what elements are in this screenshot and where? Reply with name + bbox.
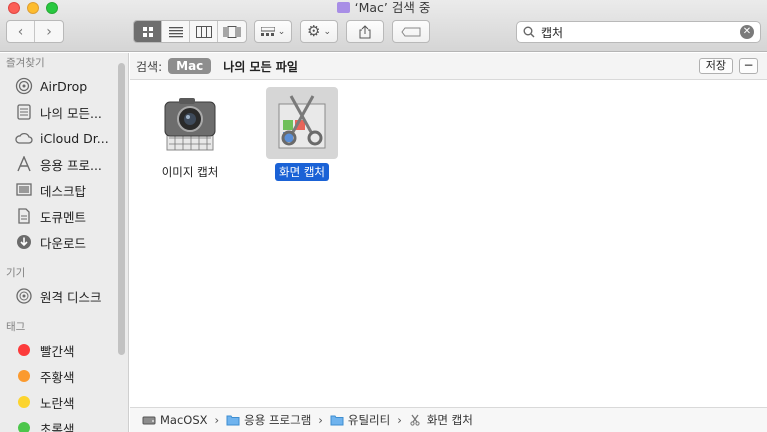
grid-icon: [142, 26, 153, 37]
path-item-screenshot[interactable]: 화면 캡처: [427, 412, 473, 428]
sidebar-item-label: 주황색: [40, 369, 75, 385]
chevron-right-icon: ›: [214, 413, 220, 427]
search-field[interactable]: 캡처 ✕: [516, 21, 761, 43]
column-view-button[interactable]: [190, 21, 218, 42]
sidebar-item-label: 노란색: [40, 395, 75, 411]
applications-icon: [14, 155, 34, 173]
red-tag-dot-icon: [18, 344, 30, 356]
group-by-button[interactable]: ⌄: [254, 20, 292, 43]
titlebar: ‘Mac’ 검색 중 ‹ › ⌄ ⚙ ⌄ 캡처 ✕: [0, 0, 767, 52]
airdrop-icon: [14, 77, 34, 95]
search-folder-icon: [336, 2, 350, 13]
file-name: 화면 캡처: [275, 163, 329, 181]
sidebar-item-label: 데스크탑: [40, 183, 87, 199]
search-scope-bar: 검색: Mac 나의 모든 파일 저장 −: [130, 53, 767, 80]
chevron-left-icon: ‹: [17, 23, 24, 40]
path-item-macosx[interactable]: MacOSX: [160, 413, 208, 427]
favorites-header: 즐겨찾기: [6, 57, 45, 69]
scope-all-files-button[interactable]: 나의 모든 파일: [223, 58, 298, 75]
cloud-icon: [14, 129, 34, 147]
download-icon: [14, 233, 34, 251]
back-button[interactable]: ‹: [7, 21, 35, 42]
disc-icon: [14, 287, 34, 305]
sidebar-scrollbar[interactable]: [118, 63, 125, 355]
tag-icon: [401, 27, 421, 36]
search-icon: [523, 26, 535, 38]
screenshot-icon: [409, 414, 423, 426]
remove-criteria-button[interactable]: −: [739, 58, 758, 74]
share-icon: [359, 24, 371, 38]
chevron-right-icon: ›: [397, 413, 402, 427]
devices-header: 기기: [6, 267, 26, 279]
dropdown-arrow-icon: ⌄: [323, 26, 331, 37]
sidebar-item-desktop[interactable]: 데스크탑: [0, 177, 128, 203]
gear-icon: ⚙: [307, 22, 321, 40]
sidebar-item-label: 빨간색: [40, 343, 75, 359]
image-capture-icon: [154, 87, 226, 159]
group-icon: [260, 26, 275, 36]
sidebar-item-tag-yellow[interactable]: 노란색: [0, 389, 128, 415]
sidebar-item-label: 도큐멘트: [40, 209, 87, 225]
cover-flow-button[interactable]: [218, 21, 246, 42]
tags-header: 태그: [6, 321, 26, 333]
path-bar: MacOSX › 응용 프로그램 › 유틸리티 › 화면 캡처: [130, 407, 767, 432]
folder-icon: [226, 414, 240, 426]
save-search-button[interactable]: 저장: [698, 58, 733, 74]
sidebar-item-tag-orange[interactable]: 주황색: [0, 363, 128, 389]
forward-button[interactable]: ›: [35, 21, 63, 42]
icon-view-button[interactable]: [134, 21, 162, 42]
sidebar-item-all-files[interactable]: 나의 모든...: [0, 99, 128, 125]
sidebar-item-tag-green[interactable]: 초록색: [0, 415, 128, 432]
sidebar-item-downloads[interactable]: 다운로드: [0, 229, 128, 255]
yellow-tag-dot-icon: [18, 396, 30, 408]
columns-icon: [195, 25, 212, 38]
clear-search-icon[interactable]: ✕: [740, 25, 754, 39]
sidebar-item-applications[interactable]: 응용 프로...: [0, 151, 128, 177]
share-button[interactable]: [346, 20, 384, 43]
chevron-right-icon: ›: [318, 413, 323, 427]
all-files-icon: [14, 103, 34, 121]
sidebar-item-label: AirDrop: [40, 78, 88, 94]
list-icon: [168, 26, 183, 37]
sidebar-item-label: 원격 디스크: [40, 289, 102, 305]
sidebar-item-label: 다운로드: [40, 235, 87, 251]
sidebar: 즐겨찾기 AirDrop 나의 모든... iCloud Dr... 응용 프로…: [0, 53, 129, 432]
window-title: ‘Mac’ 검색 중: [0, 0, 767, 16]
sidebar-item-airdrop[interactable]: AirDrop: [0, 73, 128, 99]
scope-label: 검색:: [136, 59, 163, 74]
document-icon: [14, 207, 34, 225]
dropdown-arrow-icon: ⌄: [277, 26, 286, 37]
hard-drive-icon: [142, 414, 156, 426]
orange-tag-dot-icon: [18, 370, 30, 382]
chevron-right-icon: ›: [46, 23, 52, 40]
tags-button[interactable]: [392, 20, 430, 43]
path-item-applications[interactable]: 응용 프로그램: [244, 412, 311, 428]
path-item-utilities[interactable]: 유틸리티: [348, 412, 390, 428]
sidebar-item-icloud-drive[interactable]: iCloud Dr...: [0, 125, 128, 151]
cover-flow-icon: [223, 25, 241, 38]
sidebar-item-remote-disc[interactable]: 원격 디스크: [0, 283, 128, 309]
search-results: 이미지 캡처 화면 캡처: [130, 81, 767, 407]
action-menu-button[interactable]: ⚙ ⌄: [300, 20, 338, 43]
file-name: 이미지 캡처: [161, 165, 219, 179]
desktop-icon: [14, 181, 34, 199]
view-mode-segment: [133, 20, 247, 43]
sidebar-item-label: 나의 모든...: [40, 105, 102, 121]
sidebar-item-label: 초록색: [40, 421, 75, 432]
screenshot-icon: [266, 87, 338, 159]
green-tag-dot-icon: [18, 422, 30, 432]
file-item-image-capture[interactable]: 이미지 캡처: [140, 87, 240, 181]
folder-icon: [330, 414, 344, 426]
navigation-buttons: ‹ ›: [6, 20, 64, 43]
sidebar-item-label: iCloud Dr...: [40, 130, 109, 146]
sidebar-item-documents[interactable]: 도큐멘트: [0, 203, 128, 229]
sidebar-item-tag-red[interactable]: 빨간색: [0, 337, 128, 363]
file-item-screenshot[interactable]: 화면 캡처: [252, 87, 352, 181]
search-input[interactable]: 캡처: [541, 24, 740, 41]
sidebar-item-label: 응용 프로...: [40, 157, 102, 173]
scope-mac-button[interactable]: Mac: [168, 58, 212, 74]
list-view-button[interactable]: [162, 21, 190, 42]
